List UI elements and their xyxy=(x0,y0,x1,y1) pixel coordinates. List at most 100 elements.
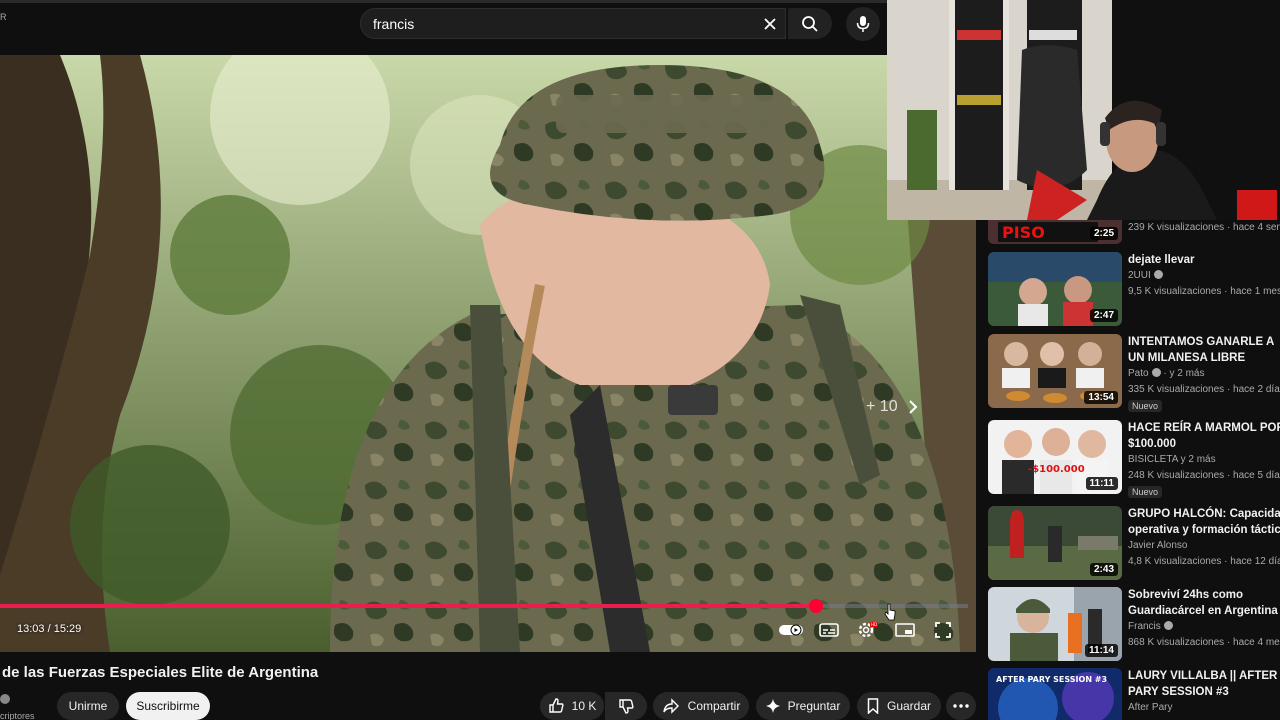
sparkle-icon xyxy=(765,699,780,713)
channel-name[interactable]: Javier Alonso xyxy=(1128,540,1187,551)
like-button[interactable]: 10 K xyxy=(540,692,604,720)
new-badge: Nuevo xyxy=(1128,400,1163,412)
list-item[interactable]: 2:43 GRUPO HALCÓN: Capacidad operativa y… xyxy=(988,506,1280,586)
share-button[interactable]: Compartir xyxy=(653,692,749,720)
duration-badge: 2:25 xyxy=(1089,227,1118,240)
video-thumbnail[interactable]: 11:14 xyxy=(988,587,1122,661)
video-meta: 248 K visualizaciones · hace 5 días xyxy=(1128,470,1280,481)
webcam-image xyxy=(887,0,1280,220)
video-player[interactable]: + 10 13:03 / 15:29 HD xyxy=(0,55,976,652)
brand-fragment: R xyxy=(0,12,7,22)
list-item[interactable]: 2:47 dejate llevar 2UUI 9,5 K visualizac… xyxy=(988,252,1280,332)
list-item[interactable]: AFTER PARY SESSION #3 LAURY VILLALBA || … xyxy=(988,668,1280,720)
new-badge: Nuevo xyxy=(1128,486,1163,498)
search-query[interactable]: francis xyxy=(373,16,755,32)
subtitles-button[interactable] xyxy=(815,617,843,643)
list-item[interactable]: 13:54 INTENTAMOS GANARLE A UN MILANESA L… xyxy=(988,334,1280,414)
app-root: R francis + 10 13:03 / 15:29 HD de las F… xyxy=(0,0,1280,720)
share-icon xyxy=(662,698,679,714)
video-thumbnail[interactable]: 2:43 xyxy=(988,506,1122,580)
thumbs-up-icon xyxy=(548,698,564,713)
progress-bar[interactable] xyxy=(0,599,968,613)
video-title[interactable]: dejate llevar xyxy=(1128,252,1280,268)
list-item[interactable]: -$100.000 11:11 HACE REÍR A MARMOL POR $… xyxy=(988,420,1280,500)
top-bar: R francis xyxy=(0,0,887,55)
search-input[interactable]: francis xyxy=(360,8,786,39)
top-edge xyxy=(0,0,887,3)
close-icon xyxy=(764,17,776,30)
verified-icon xyxy=(1151,368,1161,377)
channel-name[interactable]: Pato · y 2 más xyxy=(1128,368,1204,379)
duration-badge: 2:43 xyxy=(1089,563,1118,576)
ask-button[interactable]: Preguntar xyxy=(756,692,850,720)
bookmark-icon xyxy=(867,698,879,714)
ask-label: Preguntar xyxy=(787,699,841,713)
save-button[interactable]: Guardar xyxy=(857,692,941,720)
video-thumbnail[interactable]: AFTER PARY SESSION #3 xyxy=(988,668,1122,720)
time-display: 13:03 / 15:29 xyxy=(17,623,82,635)
more-horizontal-icon xyxy=(953,704,969,708)
microphone-icon xyxy=(856,16,870,32)
channel-name[interactable]: BISICLETA y 2 más xyxy=(1128,454,1216,465)
thumb-text-6: AFTER PARY SESSION #3 xyxy=(996,675,1107,684)
duration-badge: 11:11 xyxy=(1085,477,1118,490)
gear-icon: HD xyxy=(858,622,878,638)
video-thumbnail[interactable]: -$100.000 11:11 xyxy=(988,420,1122,494)
duration-badge: 2:47 xyxy=(1089,309,1118,322)
video-meta: 9,5 K visualizaciones · hace 1 mes xyxy=(1128,286,1280,297)
video-thumbnail[interactable]: PISO 2:25 xyxy=(988,220,1122,244)
subscribe-button[interactable]: Suscribirme xyxy=(126,692,210,720)
subscriber-count-fragment: criptores xyxy=(0,711,35,720)
voice-search-button[interactable] xyxy=(846,7,880,41)
video-thumbnail[interactable]: 2:47 xyxy=(988,252,1122,326)
thumb-text-3: -$100.000 xyxy=(1028,464,1085,475)
join-label: Unirme xyxy=(68,699,108,713)
channel-name[interactable]: 2UUI xyxy=(1128,270,1163,281)
video-meta: 239 K visualizaciones · hace 4 sema xyxy=(1128,222,1280,233)
svg-text:HD: HD xyxy=(871,622,877,627)
miniplayer-button[interactable] xyxy=(891,617,919,643)
video-meta: 4,8 K visualizaciones · hace 12 días xyxy=(1128,556,1280,567)
channel-name-text: Pato xyxy=(1128,368,1149,379)
save-label: Guardar xyxy=(886,699,932,713)
subtitles-icon xyxy=(819,623,839,637)
skip-forward-indicator[interactable]: + 10 xyxy=(866,398,918,416)
thumbnail-image: AFTER PARY SESSION #3 xyxy=(988,668,1122,720)
video-title[interactable]: Sobreviví 24hs como Guardiacárcel en Arg… xyxy=(1128,587,1280,619)
list-item[interactable]: PISO 2:25 239 K visualizaciones · hace 4… xyxy=(988,220,1280,250)
fullscreen-button[interactable] xyxy=(929,617,957,643)
thumb-text-0: PISO xyxy=(1002,223,1045,242)
thumbs-down-icon xyxy=(619,699,634,714)
verified-icon xyxy=(1163,621,1173,630)
video-thumbnail[interactable]: 13:54 xyxy=(988,334,1122,408)
channel-extra: · y 2 más xyxy=(1160,368,1205,379)
toggle-icon xyxy=(779,624,803,636)
channel-name[interactable]: After Pary xyxy=(1128,702,1172,713)
settings-button[interactable]: HD xyxy=(853,617,881,643)
channel-name-text: Francis xyxy=(1128,621,1161,632)
video-title[interactable]: GRUPO HALCÓN: Capacidad operativa y form… xyxy=(1128,506,1280,538)
video-title[interactable]: LAURY VILLALBA || AFTER PARY SESSION #3 … xyxy=(1128,668,1280,700)
clear-search-button[interactable] xyxy=(755,9,785,39)
search-icon xyxy=(802,15,818,32)
share-label: Compartir xyxy=(687,699,741,713)
dislike-button[interactable] xyxy=(605,692,647,720)
chevron-right-icon xyxy=(908,400,918,414)
more-actions-button[interactable] xyxy=(946,692,976,720)
duration-badge: 13:54 xyxy=(1084,391,1118,404)
channel-avatar[interactable] xyxy=(0,694,10,704)
subscribe-label: Suscribirme xyxy=(136,699,200,713)
channel-name-text: 2UUI xyxy=(1128,270,1151,281)
related-videos-sidebar: PISO 2:25 239 K visualizaciones · hace 4… xyxy=(976,220,1280,720)
video-frame-soldier-in-jungle xyxy=(0,55,976,652)
list-item[interactable]: 11:14 Sobreviví 24hs como Guardiacárcel … xyxy=(988,587,1280,667)
streamer-webcam xyxy=(887,0,1280,220)
channel-name[interactable]: Francis xyxy=(1128,621,1173,632)
video-title[interactable]: HACE REÍR A MARMOL POR $100.000 xyxy=(1128,420,1280,452)
autoplay-toggle[interactable] xyxy=(777,617,805,643)
progress-played xyxy=(0,604,816,608)
video-title[interactable]: INTENTAMOS GANARLE A UN MILANESA LIBRE xyxy=(1128,334,1280,366)
search-button[interactable] xyxy=(788,8,832,39)
progress-scrubber-handle[interactable] xyxy=(808,599,823,613)
join-button[interactable]: Unirme xyxy=(57,692,119,720)
